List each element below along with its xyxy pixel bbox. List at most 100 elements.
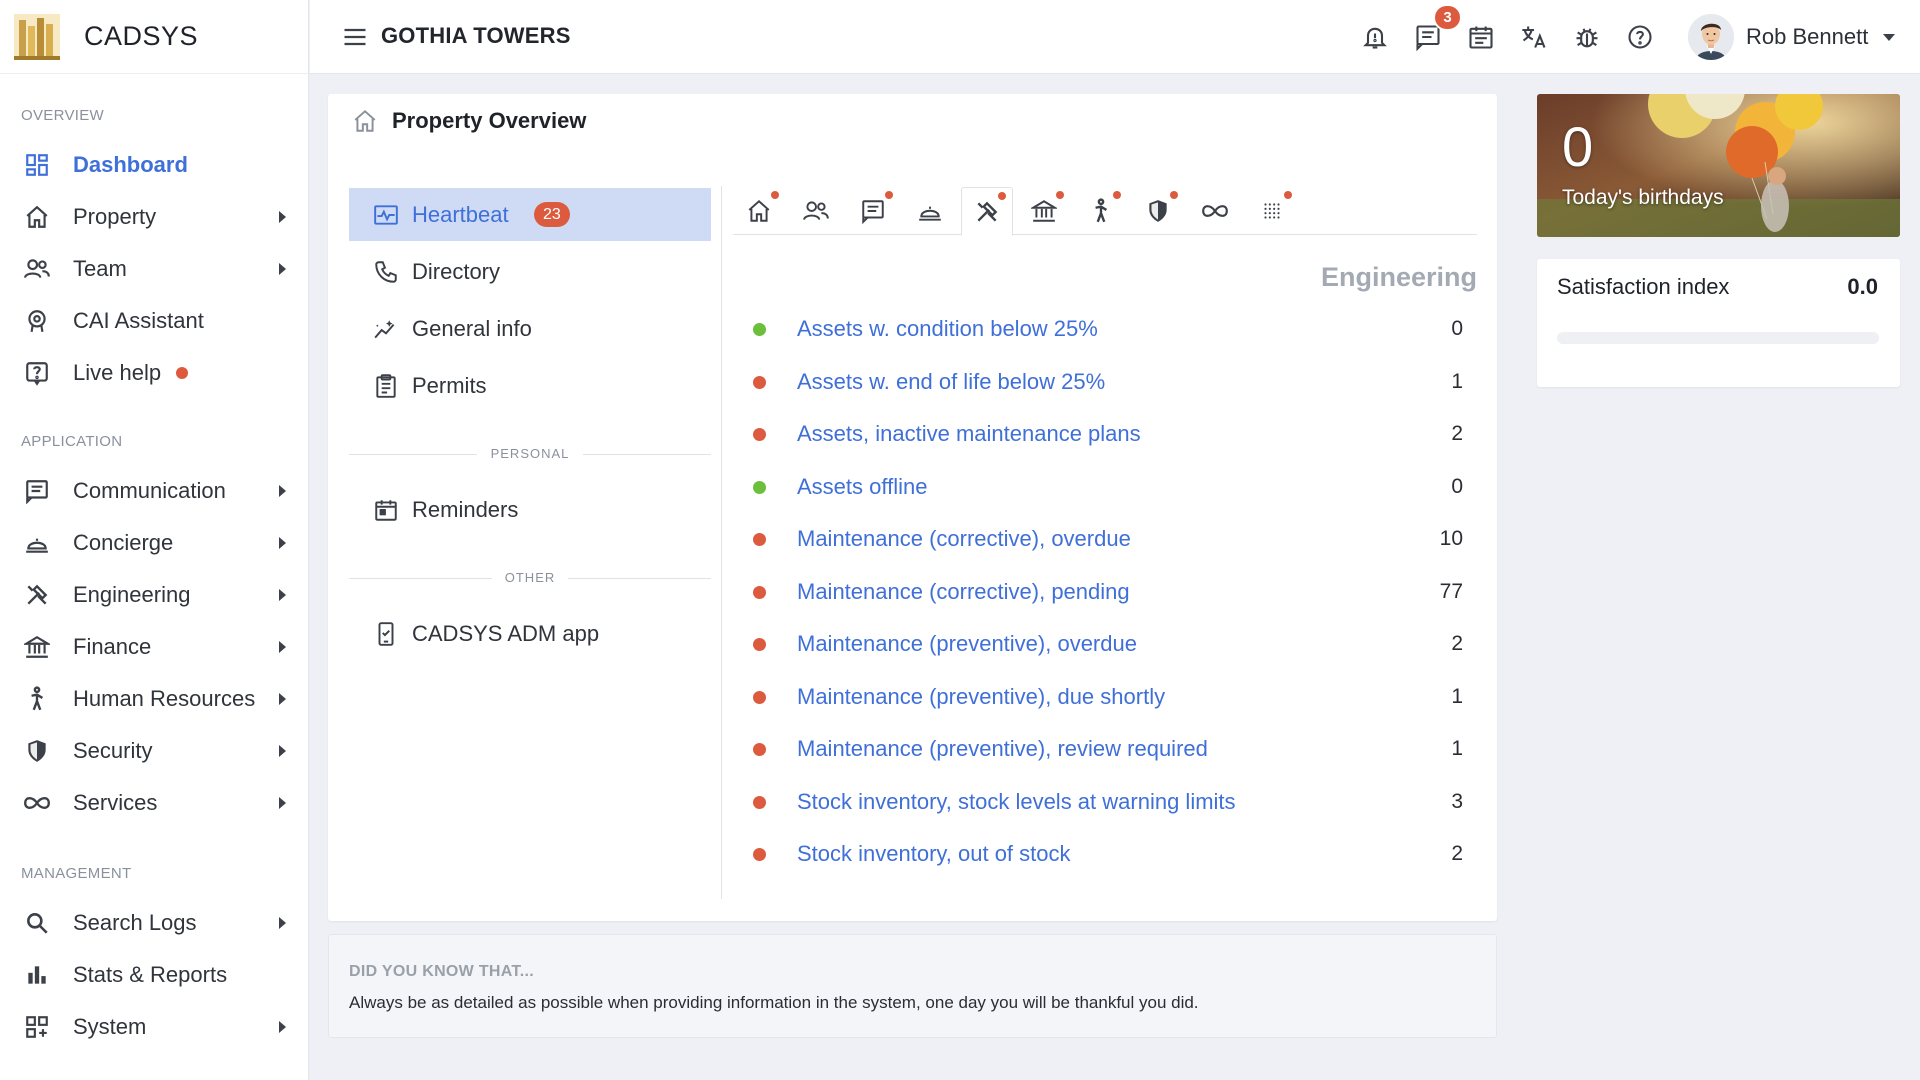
chevron-right-icon: [279, 537, 286, 549]
subnav-item-directory[interactable]: Directory: [349, 245, 711, 298]
subnav-label: Permits: [412, 372, 487, 398]
heartbeat-count: 2: [1451, 632, 1463, 655]
sidebar-item-search-logs[interactable]: Search Logs: [0, 900, 309, 946]
subnav-item-reminders[interactable]: Reminders: [349, 483, 711, 536]
tab-concierge[interactable]: [904, 187, 956, 235]
sidebar-item-live-help[interactable]: Live help: [0, 350, 309, 396]
sidebar-item-label: Communication: [73, 478, 226, 503]
subnav-label: General info: [412, 315, 532, 341]
subnav-item-permits[interactable]: Permits: [349, 359, 711, 412]
status-dot: [753, 480, 766, 494]
subnav-label: Heartbeat: [412, 201, 509, 227]
sidebar-item-label: System: [73, 1014, 147, 1039]
card-header: Property Overview: [352, 108, 586, 134]
sidebar-item-team[interactable]: Team: [0, 246, 309, 292]
section-title-overview: OVERVIEW: [21, 107, 104, 124]
sidebar-item-system[interactable]: System: [0, 1004, 309, 1050]
chevron-right-icon: [279, 263, 286, 275]
heartbeat-link[interactable]: Maintenance (preventive), overdue: [797, 631, 1137, 657]
clipboard-icon: [371, 371, 401, 401]
heartbeat-link[interactable]: Maintenance (preventive), review require…: [797, 736, 1208, 762]
subnav-separator-personal: PERSONAL: [349, 444, 711, 464]
tab-property[interactable]: [733, 187, 785, 235]
tab-human-resources[interactable]: [1075, 187, 1127, 235]
notifications-bell-icon[interactable]: [1356, 18, 1394, 56]
section-title-application: APPLICATION: [21, 433, 123, 450]
page-title: Property Overview: [392, 108, 587, 133]
heartbeat-link[interactable]: Maintenance (preventive), due shortly: [797, 684, 1165, 710]
help-icon: [22, 358, 52, 388]
sidebar-item-stats-reports[interactable]: Stats & Reports: [0, 952, 309, 998]
tab-iot[interactable]: [1246, 187, 1298, 235]
tab-alert-dot: [1113, 191, 1121, 199]
did-you-know-card: DID YOU KNOW THAT... Always be as detail…: [328, 934, 1497, 1038]
heartbeat-count: 77: [1439, 580, 1463, 603]
translate-icon[interactable]: [1515, 18, 1553, 56]
concierge-bell-icon: [22, 528, 52, 558]
sidebar-item-label: Concierge: [73, 530, 174, 555]
status-dot: [753, 690, 766, 704]
user-name[interactable]: Rob Bennett: [1746, 24, 1868, 50]
sidebar-item-services[interactable]: Services: [0, 780, 309, 826]
sidebar-item-cai-assistant[interactable]: CAI Assistant: [0, 298, 309, 344]
brand[interactable]: CADSYS: [0, 0, 308, 74]
heartbeat-link[interactable]: Stock inventory, stock levels at warning…: [797, 789, 1236, 815]
heartbeat-link[interactable]: Assets w. condition below 25%: [797, 316, 1098, 342]
tab-security[interactable]: [1132, 187, 1184, 235]
list-item: Maintenance (preventive), due shortly 1: [753, 671, 1483, 723]
chevron-right-icon: [279, 485, 286, 497]
brand-name: CADSYS: [84, 21, 199, 51]
team-icon: [22, 254, 52, 284]
tab-alert-dot: [771, 191, 779, 199]
chevron-right-icon: [279, 211, 286, 223]
tab-team[interactable]: [790, 187, 842, 235]
heartbeat-link[interactable]: Assets w. end of life below 25%: [797, 369, 1105, 395]
phone-icon: [371, 257, 401, 287]
tip-title: DID YOU KNOW THAT...: [349, 963, 534, 980]
sidebar-item-concierge[interactable]: Concierge: [0, 520, 309, 566]
tab-services[interactable]: [1189, 187, 1241, 235]
sidebar-item-dashboard[interactable]: Dashboard: [0, 142, 309, 188]
status-dot: [753, 322, 766, 336]
sidebar-item-label: Property: [73, 204, 157, 229]
sidebar-item-label: Team: [73, 256, 127, 281]
sidebar-item-communication[interactable]: Communication: [0, 468, 309, 514]
sidebar-item-label: Live help: [73, 360, 162, 385]
calendar-icon[interactable]: [1462, 18, 1500, 56]
tab-engineering[interactable]: [961, 187, 1013, 236]
heartbeat-count: 1: [1451, 370, 1463, 393]
heartbeat-link[interactable]: Assets, inactive maintenance plans: [797, 421, 1141, 447]
heartbeat-link[interactable]: Stock inventory, out of stock: [797, 841, 1071, 867]
list-item: Maintenance (preventive), overdue 2: [753, 618, 1483, 670]
satisfaction-card: Satisfaction index 0.0: [1537, 259, 1900, 387]
subnav-item-general-info[interactable]: General info: [349, 302, 711, 355]
user-avatar[interactable]: [1688, 14, 1734, 60]
chevron-down-icon[interactable]: [1883, 34, 1895, 41]
sidebar-item-finance[interactable]: Finance: [0, 624, 309, 670]
menu-icon[interactable]: [340, 23, 370, 51]
sidebar-item-engineering[interactable]: Engineering: [0, 572, 309, 618]
bug-report-icon[interactable]: [1568, 18, 1606, 56]
chevron-right-icon: [279, 1021, 286, 1033]
subnav-item-heartbeat[interactable]: Heartbeat 23: [349, 188, 711, 241]
sidebar-item-label: Search Logs: [73, 910, 197, 935]
heartbeat-link[interactable]: Maintenance (corrective), overdue: [797, 526, 1131, 552]
sidebar: CADSYS OVERVIEW Dashboard Property Team …: [0, 0, 309, 1080]
sidebar-item-property[interactable]: Property: [0, 194, 309, 240]
sidebar-item-label: Human Resources: [73, 686, 256, 711]
heartbeat-link[interactable]: Assets offline: [797, 474, 927, 500]
subnav-item-adm-app[interactable]: CADSYS ADM app: [349, 607, 711, 660]
status-dot: [753, 847, 766, 861]
help-circle-icon[interactable]: [1621, 18, 1659, 56]
vertical-divider: [721, 186, 722, 899]
sidebar-item-label: Security: [73, 738, 153, 763]
sidebar-item-human-resources[interactable]: Human Resources: [0, 676, 309, 722]
list-item: Assets, inactive maintenance plans 2: [753, 408, 1483, 460]
birthdays-card[interactable]: 0 Today's birthdays: [1537, 94, 1900, 237]
tab-finance[interactable]: [1018, 187, 1070, 235]
chevron-right-icon: [279, 797, 286, 809]
heartbeat-link[interactable]: Maintenance (corrective), pending: [797, 579, 1130, 605]
tab-communication[interactable]: [847, 187, 899, 235]
sidebar-item-security[interactable]: Security: [0, 728, 309, 774]
concierge-bell-icon: [919, 206, 941, 221]
